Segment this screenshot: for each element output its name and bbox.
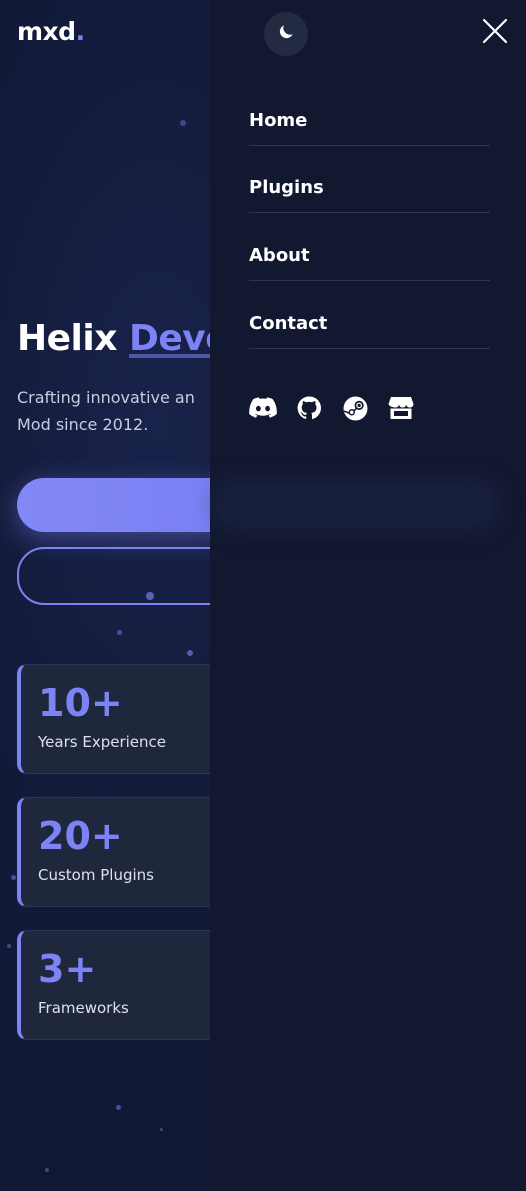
menu-glow: [210, 478, 500, 532]
menu-item-label: Plugins: [249, 177, 324, 198]
background-particle: [11, 875, 16, 880]
site-logo[interactable]: mxd.: [17, 17, 85, 46]
menu-item-label: Home: [249, 110, 308, 131]
menu-item-label: About: [249, 245, 310, 266]
discord-icon[interactable]: [249, 394, 277, 422]
menu-item-plugins[interactable]: Plugins: [249, 146, 490, 213]
theme-toggle-button[interactable]: [264, 12, 308, 56]
menu-item-contact[interactable]: Contact: [249, 282, 490, 349]
moon-icon: [276, 22, 296, 46]
background-particle: [160, 1128, 163, 1131]
github-icon[interactable]: [295, 394, 323, 422]
stat-label: Years Experience: [38, 733, 166, 751]
stat-label: Custom Plugins: [38, 866, 154, 884]
social-links: [249, 394, 415, 422]
close-icon: [482, 18, 508, 48]
stat-label: Frameworks: [38, 999, 129, 1017]
background-particle: [116, 1105, 121, 1110]
background-particle: [7, 944, 11, 948]
stat-value: 20+: [38, 814, 123, 858]
background-particle: [45, 1168, 49, 1172]
hero-title: Helix Deve: [17, 318, 230, 359]
logo-text: mxd: [17, 17, 76, 46]
background-particle: [180, 120, 186, 126]
mobile-menu-panel: Home Plugins About Contact: [210, 0, 526, 1191]
close-menu-button[interactable]: [480, 18, 510, 48]
menu-item-label: Contact: [249, 313, 328, 334]
menu-item-home[interactable]: Home: [249, 79, 490, 146]
background-particle: [187, 650, 193, 656]
menu-item-about[interactable]: About: [249, 214, 490, 281]
stat-value: 3+: [38, 947, 97, 991]
hero-title-plain: Helix: [17, 318, 129, 359]
background-particle: [117, 630, 122, 635]
stat-value: 10+: [38, 681, 123, 725]
logo-dot: .: [75, 17, 86, 46]
steam-icon[interactable]: [341, 394, 369, 422]
store-icon[interactable]: [387, 394, 415, 422]
